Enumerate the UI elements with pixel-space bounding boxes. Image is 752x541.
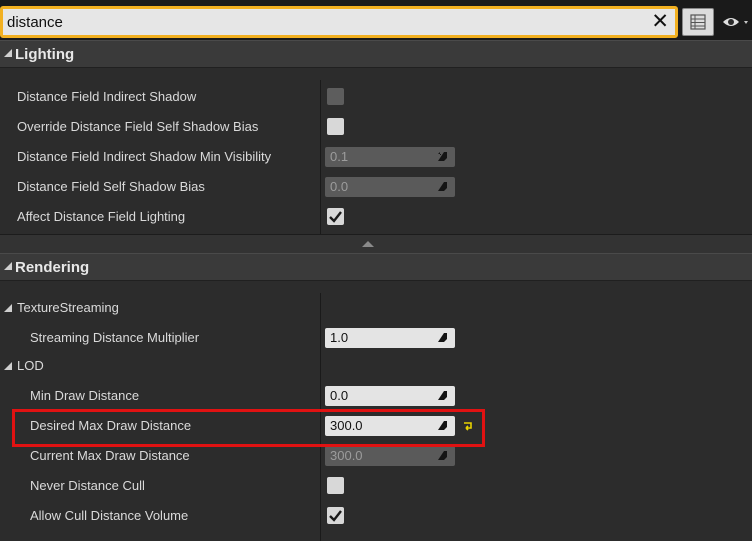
- drag-handle-icon: [438, 152, 447, 161]
- checkmark-icon: [329, 211, 342, 223]
- collapse-arrow-icon: [4, 362, 12, 370]
- property-label: Never Distance Cull: [30, 478, 145, 493]
- number-value: 0.1: [330, 149, 349, 164]
- details-panel: ✕ Lighting Distance Field Indirec: [0, 0, 752, 541]
- search-input[interactable]: [7, 11, 647, 33]
- group-title: TextureStreaming: [17, 300, 119, 315]
- property-label: Min Draw Distance: [30, 388, 140, 403]
- override-self-shadow-bias-checkbox[interactable]: [327, 118, 344, 135]
- property-matrix-button[interactable]: [682, 8, 714, 36]
- property-row: Affect Distance Field Lighting: [0, 202, 752, 232]
- eye-icon: [723, 18, 748, 26]
- property-label: Distance Field Self Shadow Bias: [17, 179, 205, 194]
- property-row: Min Draw Distance 0.0: [0, 381, 752, 411]
- drag-handle-icon: [438, 421, 447, 430]
- property-label: Allow Cull Distance Volume: [30, 508, 189, 523]
- category-lighting-header[interactable]: Lighting: [0, 40, 752, 68]
- group-lod[interactable]: LOD: [0, 351, 752, 381]
- drag-handle-icon: [438, 451, 447, 460]
- min-visibility-input[interactable]: 0.1: [325, 147, 455, 167]
- streaming-distance-multiplier-input[interactable]: 1.0: [325, 328, 455, 348]
- clear-search-icon[interactable]: ✕: [651, 10, 669, 34]
- never-distance-cull-checkbox[interactable]: [327, 477, 344, 494]
- allow-cull-distance-volume-checkbox[interactable]: [327, 507, 344, 524]
- distance-field-indirect-shadow-checkbox[interactable]: [327, 88, 344, 105]
- category-rendering-header[interactable]: Rendering: [0, 253, 752, 281]
- category-lighting-body: Distance Field Indirect Shadow Override …: [0, 68, 752, 234]
- checkmark-icon: [329, 510, 342, 522]
- property-row: Distance Field Indirect Shadow: [0, 82, 752, 112]
- group-title: LOD: [17, 358, 44, 373]
- number-value: 0.0: [330, 388, 349, 403]
- advanced-expander[interactable]: [0, 234, 752, 253]
- category-title: Rendering: [15, 259, 90, 276]
- min-draw-distance-input[interactable]: 0.0: [325, 386, 455, 406]
- current-max-draw-distance-input[interactable]: 300.0: [325, 446, 455, 466]
- view-options-button[interactable]: [720, 10, 752, 34]
- number-value: 1.0: [330, 330, 349, 345]
- group-texture-streaming[interactable]: TextureStreaming: [0, 293, 752, 323]
- property-label: Desired Max Draw Distance: [30, 418, 192, 433]
- affect-distance-field-lighting-checkbox[interactable]: [327, 208, 344, 225]
- drag-handle-icon: [438, 182, 447, 191]
- property-row: Distance Field Self Shadow Bias 0.0: [0, 172, 752, 202]
- property-row: Distance Field Indirect Shadow Min Visib…: [0, 142, 752, 172]
- number-value: 300.0: [330, 448, 363, 463]
- property-label: Streaming Distance Multiplier: [30, 330, 200, 345]
- number-value: 300.0: [330, 418, 363, 433]
- property-label: Distance Field Indirect Shadow Min Visib…: [17, 149, 272, 164]
- search-box[interactable]: ✕: [0, 6, 678, 38]
- search-bar: ✕: [0, 0, 752, 41]
- grid-view-icon: [690, 14, 706, 30]
- category-rendering-body: TextureStreaming Streaming Distance Mult…: [0, 281, 752, 541]
- property-row: Override Distance Field Self Shadow Bias: [0, 112, 752, 142]
- property-label: Distance Field Indirect Shadow: [17, 89, 197, 104]
- property-row: Desired Max Draw Distance 300.0: [0, 411, 752, 441]
- property-row: Streaming Distance Multiplier 1.0: [0, 323, 752, 353]
- property-label: Override Distance Field Self Shadow Bias: [17, 119, 259, 134]
- desired-max-draw-distance-input[interactable]: 300.0: [325, 416, 455, 436]
- drag-handle-icon: [438, 333, 447, 342]
- expand-advanced-icon: [362, 241, 374, 247]
- reset-to-default-icon[interactable]: [463, 421, 473, 431]
- collapse-arrow-icon: [4, 49, 12, 57]
- property-row: Current Max Draw Distance 300.0: [0, 441, 752, 471]
- drag-handle-icon: [438, 391, 447, 400]
- collapse-arrow-icon: [4, 262, 12, 270]
- self-shadow-bias-input[interactable]: 0.0: [325, 177, 455, 197]
- property-row: Never Distance Cull: [0, 471, 752, 501]
- category-title: Lighting: [15, 46, 75, 63]
- property-row: Allow Cull Distance Volume: [0, 501, 752, 531]
- property-label: Affect Distance Field Lighting: [17, 209, 186, 224]
- property-label: Current Max Draw Distance: [30, 448, 190, 463]
- number-value: 0.0: [330, 179, 349, 194]
- collapse-arrow-icon: [4, 304, 12, 312]
